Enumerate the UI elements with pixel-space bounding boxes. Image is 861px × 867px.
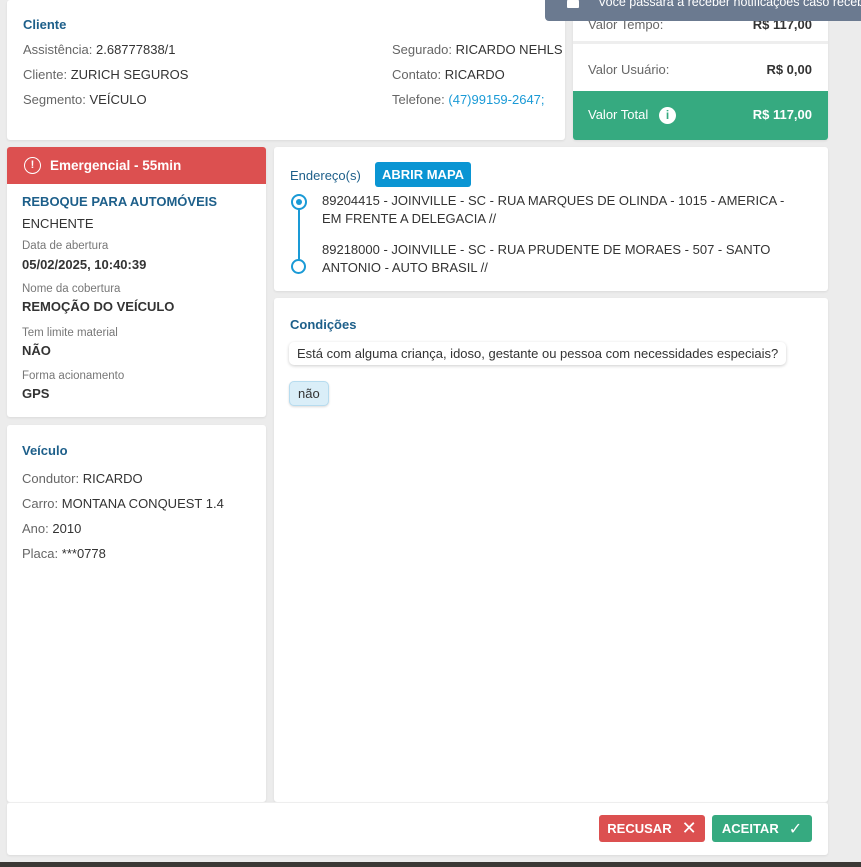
field-label: Forma acionamento — [22, 370, 125, 382]
footer-actions: RECUSAR ✕ ACEITAR ✓ — [7, 802, 828, 855]
valor-usuario-label: Valor Usuário: — [588, 62, 670, 77]
servico-card: ! Emergencial - 55min REBOQUE PARA AUTOM… — [7, 147, 266, 417]
condicao-answer: não — [289, 381, 329, 406]
bottom-bar — [0, 862, 861, 867]
ano-field: Ano: 2010 — [22, 521, 82, 536]
valor-total-bar: Valor Total i R$ 117,00 — [573, 91, 828, 140]
servico-name: REBOQUE PARA AUTOMÓVEIS — [22, 194, 218, 209]
cliente-card: Cliente Assistência: 2.68777838/1 Client… — [7, 0, 565, 140]
notification-toast[interactable]: Você passará a receber notificações caso… — [545, 0, 861, 21]
contato-field: Contato: RICARDO — [392, 67, 505, 82]
servico-motivo: ENCHENTE — [22, 216, 94, 231]
cliente-field: Cliente: ZURICH SEGUROS — [23, 67, 189, 82]
check-icon: ✓ — [788, 820, 803, 838]
recusar-button[interactable]: RECUSAR ✕ — [599, 815, 705, 842]
close-icon: ✕ — [681, 818, 697, 838]
cliente-title: Cliente — [23, 17, 67, 32]
valor-usuario-value: R$ 0,00 — [766, 62, 812, 77]
route-line — [298, 207, 300, 267]
condutor-field: Condutor: RICARDO — [22, 471, 143, 486]
valores-card: Valor Tempo: R$ 117,00 Valor Usuário: R$… — [573, 0, 828, 140]
assistencia-field: Assistência: 2.68777838/1 — [23, 42, 176, 57]
destination-marker-icon — [291, 259, 306, 274]
segmento-field: Segmento: VEÍCULO — [23, 92, 147, 107]
alert-circle-icon: ! — [24, 157, 41, 174]
aceitar-button[interactable]: ACEITAR ✓ — [712, 815, 812, 842]
condicoes-title: Condições — [290, 317, 357, 332]
origin-marker-icon — [291, 194, 307, 210]
field-label: Data de abertura — [22, 240, 109, 252]
abrir-mapa-button[interactable]: ABRIR MAPA — [375, 162, 471, 187]
address-item: 89218000 - JOINVILLE - SC - RUA PRUDENTE… — [322, 242, 771, 275]
enderecos-title: Endereço(s) — [290, 168, 361, 183]
address-item: 89204415 - JOINVILLE - SC - RUA MARQUES … — [322, 193, 785, 226]
field-value: GPS — [22, 386, 50, 401]
emergencial-badge: ! Emergencial - 55min — [7, 147, 266, 184]
field-label: Nome da cobertura — [22, 283, 121, 295]
telefone-link[interactable]: (47)99159-2647; — [448, 92, 544, 107]
info-icon[interactable]: i — [659, 107, 676, 124]
telefone-field: Telefone: (47)99159-2647; — [392, 92, 545, 107]
field-value: 05/02/2025, 10:40:39 — [22, 257, 147, 272]
condicoes-card: Condições Está com alguma criança, idoso… — [274, 298, 828, 802]
veiculo-title: Veículo — [22, 443, 68, 458]
veiculo-card: Veículo Condutor: RICARDO Carro: MONTANA… — [7, 425, 266, 802]
carro-field: Carro: MONTANA CONQUEST 1.4 — [22, 496, 224, 511]
valor-total-label: Valor Total — [588, 107, 649, 122]
enderecos-card: Endereço(s) ABRIR MAPA 89204415 - JOINVI… — [274, 147, 828, 291]
placa-field: Placa: ***0778 — [22, 546, 106, 561]
field-value: NÃO — [22, 343, 51, 358]
condicao-question: Está com alguma criança, idoso, gestante… — [289, 342, 786, 365]
bell-icon — [567, 0, 579, 8]
segurado-field: Segurado: RICARDO NEHLS — [392, 42, 563, 57]
field-label: Tem limite material — [22, 327, 118, 339]
valor-total-value: R$ 117,00 — [752, 107, 812, 122]
field-value: REMOÇÃO DO VEÍCULO — [22, 299, 175, 314]
